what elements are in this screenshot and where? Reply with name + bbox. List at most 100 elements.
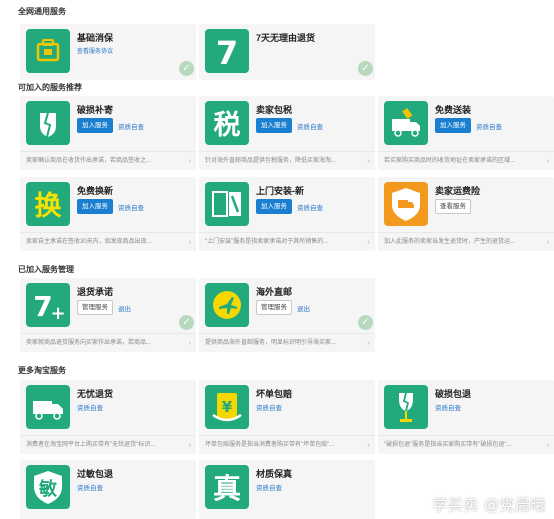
chevron-right-icon[interactable]: › bbox=[547, 152, 549, 170]
service-title: 破损包退 bbox=[435, 389, 472, 399]
qualification-check-link[interactable]: 资质自查 bbox=[77, 402, 103, 412]
service-title: 材质保真 bbox=[256, 469, 293, 479]
join-service-button[interactable]: 加入服务 bbox=[256, 199, 292, 214]
service-title: 上门安装-新 bbox=[256, 186, 304, 196]
service-description: 坏单包赔服务是指当消费者购买带有"坏单包赔"... › bbox=[199, 435, 375, 454]
svg-text:敏: 敏 bbox=[38, 478, 58, 500]
svg-text:换: 换 bbox=[35, 191, 63, 222]
section-title-recommend: 可加入的服务推荐 bbox=[18, 83, 82, 92]
chevron-right-icon[interactable]: › bbox=[189, 334, 191, 352]
service-title: 过敏包退 bbox=[77, 469, 114, 479]
service-description: 若买家购买商品时的收货地址在卖家承诺的区域... › bbox=[378, 151, 554, 170]
service-description: 卖家确认商品在收货作出承诺，若商品签收之... › bbox=[20, 151, 196, 170]
freight-insurance-icon bbox=[384, 182, 428, 226]
chevron-right-icon[interactable]: › bbox=[547, 436, 549, 454]
service-card-door-install[interactable]: 上门安装-新 加入服务 资质自查 "上门安装"服务是指卖家承诺对于其所销售的..… bbox=[199, 177, 375, 251]
check-icon: ✓ bbox=[358, 315, 373, 330]
tax-icon: 税 bbox=[205, 101, 249, 145]
service-card-worry-free-return[interactable]: 无忧退货 资质自查 消费者在淘宝网平台上购买带有"无忧退货"标识... › bbox=[20, 380, 196, 454]
delivery-truck-icon bbox=[384, 101, 428, 145]
chevron-right-icon[interactable]: › bbox=[547, 233, 549, 251]
service-agreement-link[interactable]: 查看服务协议 bbox=[77, 46, 113, 55]
overseas-plane-icon bbox=[205, 283, 249, 327]
exchange-icon: 换 bbox=[26, 182, 70, 226]
service-title: 破损补寄 bbox=[77, 105, 114, 115]
qualification-check-link[interactable]: 资质自查 bbox=[476, 121, 502, 131]
section-title-joined: 已加入服务管理 bbox=[18, 265, 74, 274]
chevron-right-icon[interactable]: › bbox=[368, 334, 370, 352]
service-title: 海外直邮 bbox=[256, 287, 293, 297]
service-card-seller-tax[interactable]: 税 卖家包税 加入服务 资质自查 针对海外直邮商品提供包税服务，降低买家海淘..… bbox=[199, 96, 375, 170]
service-description: 加入此服务的卖家当发生退货时，产生的退货运... › bbox=[378, 232, 554, 251]
join-service-button[interactable]: 加入服务 bbox=[256, 118, 292, 133]
service-description: "上门安装"服务是指卖家承诺对于其所销售的... › bbox=[199, 232, 375, 251]
join-service-button[interactable]: 加入服务 bbox=[77, 199, 113, 214]
chevron-right-icon[interactable]: › bbox=[189, 233, 191, 251]
service-description: 提供商品海外直邮服务，明显标识明引导海买家... › bbox=[199, 333, 375, 352]
service-title: 卖家包税 bbox=[256, 105, 293, 115]
service-card-broken-return[interactable]: 破损包退 资质自查 "破损包退"服务是指当买家购买带有"破损包退"... › bbox=[378, 380, 554, 454]
chevron-right-icon[interactable]: › bbox=[189, 152, 191, 170]
qualification-check-link[interactable]: 资质自查 bbox=[297, 202, 323, 212]
chevron-right-icon[interactable]: › bbox=[368, 152, 370, 170]
check-icon: ✓ bbox=[179, 61, 194, 76]
qualification-check-link[interactable]: 资质自查 bbox=[118, 202, 144, 212]
section-title-more: 更多淘宝服务 bbox=[18, 366, 66, 375]
check-icon: ✓ bbox=[179, 315, 194, 330]
service-card-bad-order-compensation[interactable]: ¥ 坏单包赔 资质自查 坏单包赔服务是指当消费者购买带有"坏单包赔"... › bbox=[199, 380, 375, 454]
check-icon: ✓ bbox=[358, 61, 373, 76]
svg-text:+: + bbox=[50, 303, 65, 324]
service-card-material-authentic[interactable]: 真 材质保真 资质自查 bbox=[199, 460, 375, 519]
service-card-allergy-return[interactable]: 敏 过敏包退 资质自查 bbox=[20, 460, 196, 519]
install-door-icon bbox=[205, 182, 249, 226]
exit-service-link[interactable]: 退出 bbox=[118, 303, 131, 313]
allergy-return-icon: 敏 bbox=[26, 465, 70, 509]
seven-days-icon: 7 bbox=[205, 29, 249, 73]
service-card-overseas-direct[interactable]: 海外直邮 管理服务 退出 ✓ 提供商品海外直邮服务，明显标识明引导海买家... › bbox=[199, 278, 375, 352]
chevron-right-icon[interactable]: › bbox=[368, 436, 370, 454]
qualification-check-link[interactable]: 资质自查 bbox=[118, 121, 144, 131]
service-card-free-install[interactable]: 免费送装 加入服务 资质自查 若买家购买商品时的收货地址在卖家承诺的区域... › bbox=[378, 96, 554, 170]
service-description: 消费者在淘宝网平台上购买带有"无忧退货"标识... › bbox=[20, 435, 196, 454]
qualification-check-link[interactable]: 资质自查 bbox=[77, 482, 103, 492]
service-description: 针对海外直邮商品提供包税服务，降低买家海淘... › bbox=[199, 151, 375, 170]
qualification-check-link[interactable]: 资质自查 bbox=[256, 482, 282, 492]
service-description: "破损包退"服务是指当买家购买带有"破损包退"... › bbox=[378, 435, 554, 454]
svg-text:真: 真 bbox=[213, 472, 241, 505]
svg-text:7: 7 bbox=[216, 34, 238, 72]
shield-briefcase-icon bbox=[26, 29, 70, 73]
service-title: 7天无理由退货 bbox=[256, 33, 316, 43]
material-authentic-icon: 真 bbox=[205, 465, 249, 509]
return-promise-icon: 7 + bbox=[26, 283, 70, 327]
svg-text:¥: ¥ bbox=[222, 398, 233, 416]
service-card-freight-insurance[interactable]: 卖家运费险 查看服务 加入此服务的卖家当发生退货时，产生的退货运... › bbox=[378, 177, 554, 251]
service-title: 免费换新 bbox=[77, 186, 114, 196]
broken-return-icon bbox=[384, 385, 428, 429]
service-title: 无忧退货 bbox=[77, 389, 114, 399]
exit-service-link[interactable]: 退出 bbox=[297, 303, 310, 313]
chevron-right-icon[interactable]: › bbox=[368, 233, 370, 251]
service-card-free-exchange[interactable]: 换 免费换新 加入服务 资质自查 卖家自主承诺在签收30天内，如发现商品出现..… bbox=[20, 177, 196, 251]
chevron-right-icon[interactable]: › bbox=[189, 436, 191, 454]
service-title: 基础消保 bbox=[77, 33, 114, 43]
service-description: 卖家就商品退货服务向买家作出承诺，若商品... › bbox=[20, 333, 196, 352]
qualification-check-link[interactable]: 资质自查 bbox=[297, 121, 323, 131]
service-card-return-promise[interactable]: 7 + 退货承诺 管理服务 退出 ✓ 卖家就商品退货服务向买家作出承诺，若商品.… bbox=[20, 278, 196, 352]
watermark-text: 学买卖 @党晨曦 bbox=[432, 496, 546, 514]
qualification-check-link[interactable]: 资质自查 bbox=[256, 402, 282, 412]
manage-service-button[interactable]: 管理服务 bbox=[256, 300, 292, 315]
service-card-broken-resend[interactable]: 破损补寄 加入服务 资质自查 卖家确认商品在收货作出承诺，若商品签收之... › bbox=[20, 96, 196, 170]
manage-service-button[interactable]: 管理服务 bbox=[77, 300, 113, 315]
service-title: 退货承诺 bbox=[77, 287, 114, 297]
view-service-button[interactable]: 查看服务 bbox=[435, 199, 471, 214]
service-title: 免费送装 bbox=[435, 105, 472, 115]
service-card-7day-return[interactable]: 7 7天无理由退货 ✓ bbox=[199, 24, 375, 80]
service-title: 卖家运费险 bbox=[435, 186, 481, 196]
service-description: 卖家自主承诺在签收30天内，如发现商品出现... › bbox=[20, 232, 196, 251]
qualification-check-link[interactable]: 资质自查 bbox=[435, 402, 461, 412]
join-service-button[interactable]: 加入服务 bbox=[77, 118, 113, 133]
worry-free-truck-icon bbox=[26, 385, 70, 429]
service-card-basic-protection[interactable]: 基础消保 查看服务协议 ✓ bbox=[20, 24, 196, 80]
join-service-button[interactable]: 加入服务 bbox=[435, 118, 471, 133]
broken-shield-icon bbox=[26, 101, 70, 145]
